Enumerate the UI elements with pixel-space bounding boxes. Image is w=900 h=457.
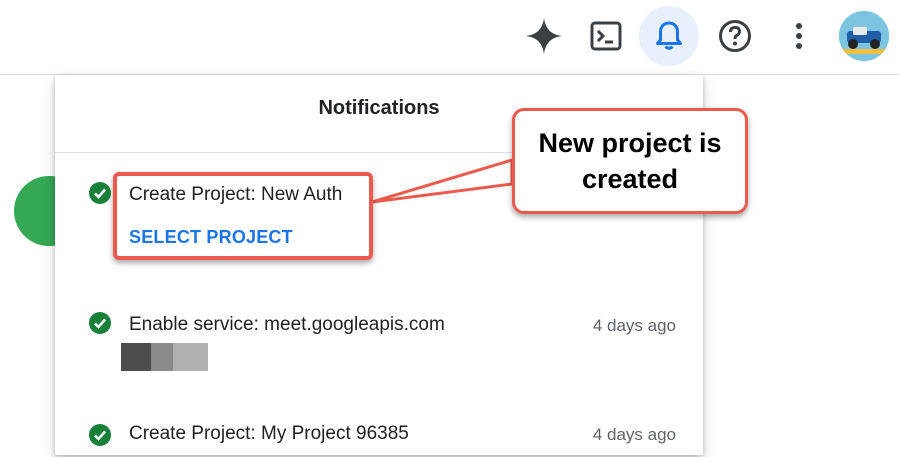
annotation-highlight <box>113 172 373 260</box>
annotation-callout: New project is created <box>512 108 748 214</box>
callout-text: New project is created <box>538 128 722 194</box>
